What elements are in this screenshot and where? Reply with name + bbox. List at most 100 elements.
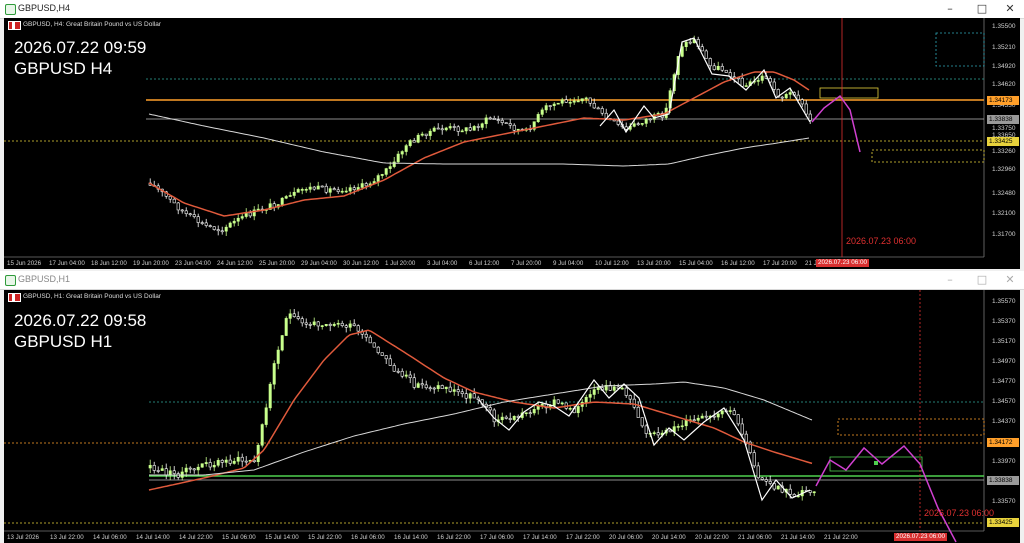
candle-body: [584, 97, 588, 100]
candle-body: [700, 415, 704, 419]
candle-body: [452, 389, 456, 392]
candle-body: [476, 126, 480, 128]
candle-body: [788, 92, 792, 95]
candle-body: [484, 117, 488, 125]
zone-box-yellow: [871, 149, 985, 163]
candle-body: [704, 415, 708, 418]
candle-body: [628, 395, 632, 400]
time-axis-label: 17 Jul 14:00: [523, 534, 557, 541]
candle-body: [796, 94, 800, 100]
candle-body: [260, 424, 264, 446]
candle-body: [240, 456, 244, 462]
price-axis-label: 1.34620: [992, 81, 1016, 88]
candle-body: [372, 342, 376, 348]
candle-body: [768, 481, 772, 484]
maximize-icon[interactable]: □: [972, 1, 992, 17]
time-axis-label: 1 Jul 20:00: [385, 260, 416, 267]
candle-body: [172, 198, 176, 204]
candle-body: [328, 324, 332, 326]
candle-body: [616, 120, 620, 125]
candle-body: [456, 389, 460, 393]
candle-body: [760, 75, 764, 81]
time-axis-label: 21 Jul 14:00: [781, 534, 815, 541]
candle-body: [368, 336, 372, 344]
candle-body: [508, 123, 512, 126]
future-time-label: 2026.07.23 06:00: [846, 236, 917, 246]
zone-box-teal: [935, 32, 985, 67]
close-icon[interactable]: ✕: [1000, 272, 1020, 288]
time-axis-label: 15 Jul 22:00: [308, 534, 342, 541]
candle-body: [772, 81, 776, 90]
candle-body: [740, 77, 744, 87]
candle-body: [480, 123, 484, 128]
candle-body: [500, 119, 504, 123]
moving-average-red: [148, 71, 810, 217]
candle-body: [308, 186, 312, 190]
price-axis-label: 1.34970: [992, 358, 1016, 365]
maximize-icon[interactable]: □: [972, 272, 992, 288]
candle-body: [200, 222, 204, 224]
candle-body: [336, 189, 340, 192]
price-axis-label: 1.34570: [992, 398, 1016, 405]
candle-body: [380, 352, 384, 356]
candle-body: [624, 387, 628, 396]
candle-body: [640, 123, 644, 125]
top-window-titlebar[interactable]: GBPUSD,H4 – □ ✕: [0, 0, 1024, 19]
candle-body: [224, 459, 228, 463]
minimize-icon[interactable]: –: [940, 1, 960, 17]
candle-body: [448, 386, 452, 392]
candle-body: [524, 412, 528, 414]
bottom-price-chart[interactable]: GBPUSD, H1: Great Britain Pound vs US Do…: [4, 290, 1020, 543]
candle-body: [204, 222, 208, 226]
candle-body: [496, 119, 500, 121]
candle-body: [212, 226, 216, 230]
candle-body: [636, 123, 640, 126]
moving-average-white: [149, 381, 813, 476]
time-axis-label: 20 Jul 14:00: [652, 534, 686, 541]
candle-body: [684, 419, 688, 427]
candle-body: [280, 335, 284, 351]
bottom-chart-svg: [4, 290, 985, 543]
candle-body: [348, 187, 352, 192]
time-axis-label: 18 Jun 12:00: [91, 260, 127, 267]
minimize-icon[interactable]: –: [940, 272, 960, 288]
price-tag-orange: 1.34173: [987, 96, 1019, 105]
time-axis-label: 24 Jun 12:00: [217, 260, 253, 267]
candle-body: [556, 399, 560, 404]
candle-body: [404, 145, 408, 152]
candle-body: [632, 123, 636, 127]
candle-body: [476, 397, 480, 400]
candle-body: [440, 385, 444, 389]
candle-body: [596, 107, 600, 110]
time-axis-label: 21 Jul 06:00: [738, 534, 772, 541]
candle-body: [492, 118, 496, 120]
candle-body: [760, 477, 764, 480]
candle-body: [712, 415, 716, 418]
candle-body: [560, 402, 564, 405]
candle-body: [340, 322, 344, 326]
candle-body: [700, 46, 704, 52]
price-axis-label: 1.34920: [992, 63, 1016, 70]
candle-body: [592, 102, 596, 109]
bottom-window-titlebar[interactable]: GBPUSD,H1 – □ ✕: [0, 271, 1024, 290]
price-axis-label: 1.35210: [992, 44, 1016, 51]
close-icon[interactable]: ✕: [1000, 1, 1020, 17]
candle-body: [464, 127, 468, 132]
candle-body: [576, 100, 580, 103]
candle-body: [696, 417, 700, 421]
candle-body: [804, 103, 808, 115]
candle-body: [444, 127, 448, 131]
time-axis-label: 20 Jul 22:00: [695, 534, 729, 541]
candle-body: [692, 419, 696, 422]
candle-body: [396, 370, 400, 373]
candle-body: [648, 118, 652, 121]
candle-body: [168, 195, 172, 200]
candle-body: [332, 323, 336, 326]
candle-body: [540, 109, 544, 115]
candle-body: [540, 403, 544, 406]
price-axis-label: 1.32100: [992, 210, 1016, 217]
future-time-label: 2026.07.23 06:00: [924, 508, 995, 518]
top-price-chart[interactable]: GBPUSD, H4: Great Britain Pound vs US Do…: [4, 18, 1020, 269]
time-axis-label: 17 Jul 06:00: [480, 534, 514, 541]
candle-body: [808, 490, 812, 493]
